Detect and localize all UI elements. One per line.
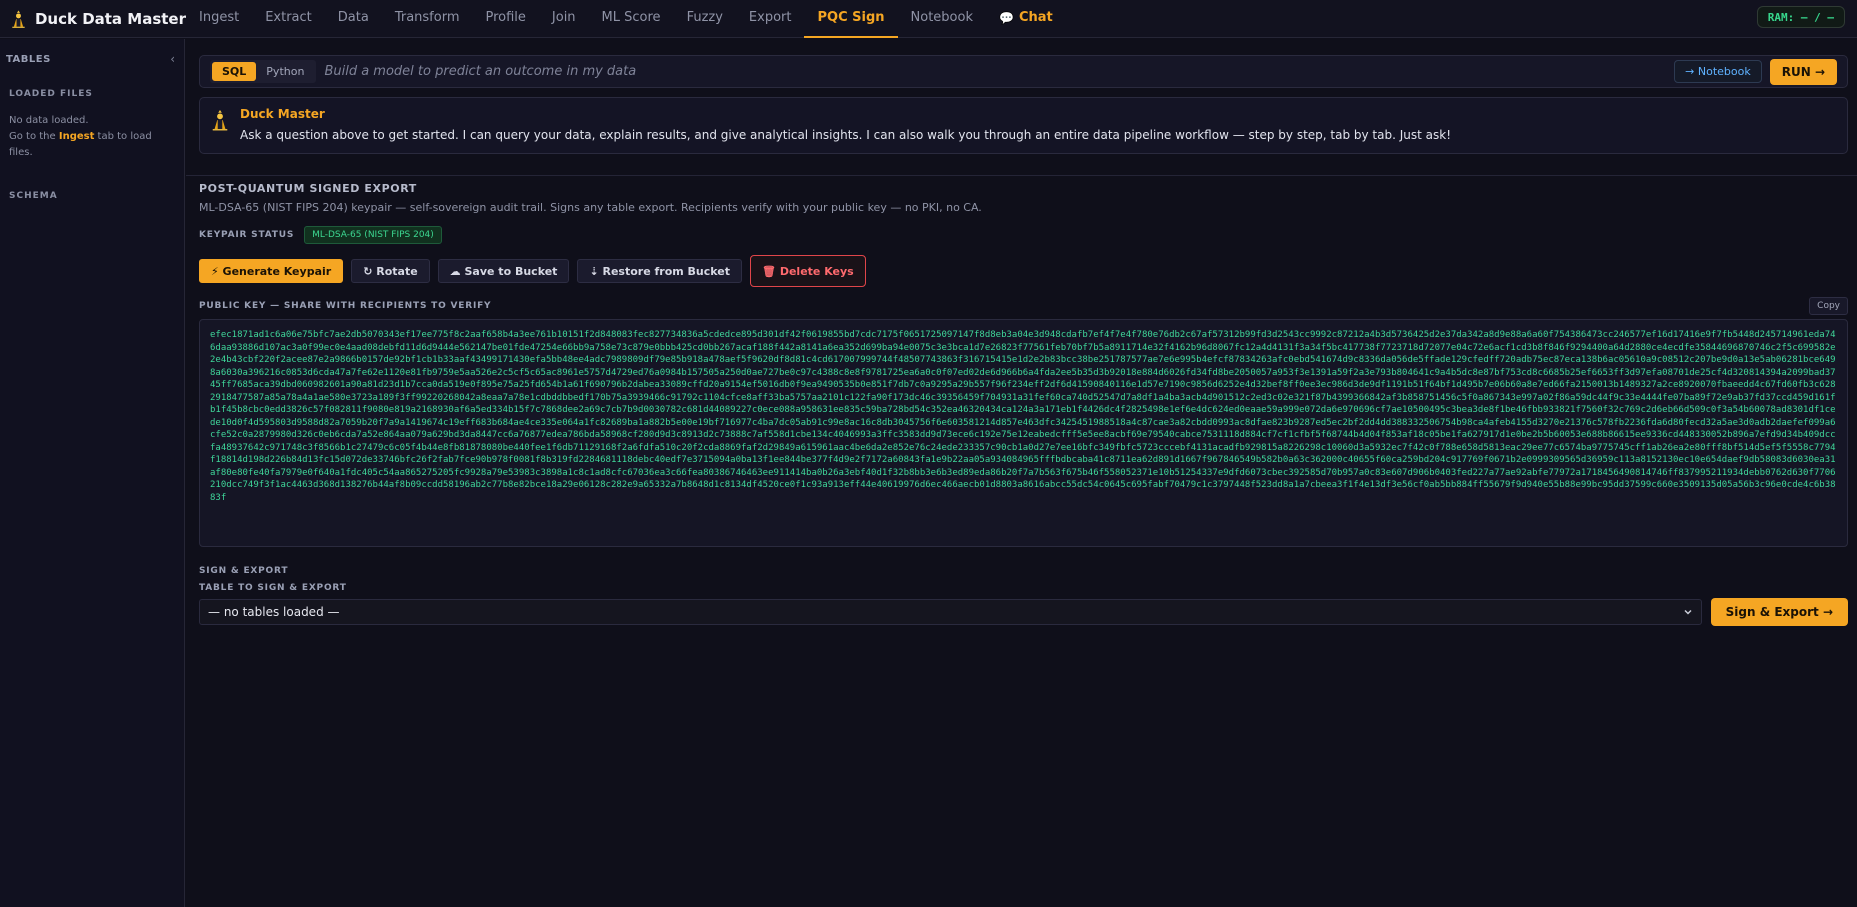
tab-join[interactable]: Join — [539, 0, 589, 38]
no-data-message: No data loaded. Go to the Ingest tab to … — [0, 113, 184, 161]
chat-icon: 💬 — [998, 10, 1014, 25]
assistant-name: Duck Master — [240, 107, 325, 121]
ram-indicator: RAM: — / — — [1756, 6, 1845, 28]
schema-heading: SCHEMA — [9, 191, 58, 201]
tab-fuzzy[interactable]: Fuzzy — [674, 0, 736, 38]
duck-logo-icon — [212, 110, 228, 131]
tab-export[interactable]: Export — [736, 0, 805, 38]
collapse-sidebar-icon[interactable]: ‹ — [170, 52, 175, 66]
python-mode-button[interactable]: Python — [256, 62, 314, 81]
run-button[interactable]: RUN → — [1769, 58, 1837, 85]
tab-notebook[interactable]: Notebook — [898, 0, 986, 38]
restore-from-bucket-button[interactable]: ⇣ Restore from Bucket — [577, 259, 743, 283]
public-key-box[interactable]: efec1871ad1c6a06e75bfc7ae2db5070343ef17e… — [199, 319, 1848, 547]
chevron-down-icon — [1684, 609, 1692, 615]
tab-transform[interactable]: Transform — [382, 0, 473, 38]
duck-logo-icon — [12, 10, 25, 28]
public-key-header: PUBLIC KEY — SHARE WITH RECIPIENTS TO VE… — [199, 297, 1848, 315]
public-key-text: efec1871ad1c6a06e75bfc7ae2db5070343ef17e… — [210, 330, 1836, 503]
main-area: SQL Python Build a model to predict an o… — [199, 55, 1848, 154]
table-select-label: TABLE TO SIGN & EXPORT — [199, 583, 347, 593]
brand[interactable]: Duck Data Master — [0, 7, 186, 31]
divider — [186, 175, 1857, 176]
sql-mode-button[interactable]: SQL — [212, 62, 257, 81]
loaded-files-heading: LOADED FILES — [9, 89, 93, 99]
save-to-bucket-button[interactable]: ☁ Save to Bucket — [437, 259, 570, 283]
tab-chat[interactable]: 💬 Chat — [986, 0, 1066, 38]
table-select[interactable]: — no tables loaded — — [199, 599, 1702, 625]
copy-button[interactable]: Copy — [1809, 297, 1848, 315]
keypair-status-label: KEYPAIR STATUS — [199, 230, 295, 240]
generate-keypair-button[interactable]: ⚡ Generate Keypair — [199, 259, 344, 283]
keypair-status-row: KEYPAIR STATUS ML-DSA-65 (NIST FIPS 204) — [199, 226, 1848, 244]
keypair-status-badge: ML-DSA-65 (NIST FIPS 204) — [304, 226, 442, 244]
query-input[interactable]: Build a model to predict an outcome in m… — [324, 64, 1674, 79]
assistant-message: Ask a question above to get started. I c… — [240, 128, 1452, 142]
rotate-button[interactable]: ↻ Rotate — [351, 259, 430, 283]
no-data-line: No data loaded. — [9, 115, 89, 126]
sign-export-row: — no tables loaded — Sign & Export → — [199, 598, 1848, 626]
tab-profile[interactable]: Profile — [472, 0, 538, 38]
query-bar: SQL Python Build a model to predict an o… — [199, 55, 1848, 88]
sign-export-button[interactable]: Sign & Export → — [1710, 598, 1848, 626]
tab-ml-score[interactable]: ML Score — [589, 0, 674, 38]
tab-extract[interactable]: Extract — [252, 0, 325, 38]
sidebar: TABLES ‹ LOADED FILES No data loaded. Go… — [0, 39, 185, 907]
pqc-subtitle: ML-DSA-65 (NIST FIPS 204) keypair — self… — [199, 201, 982, 214]
table-select-value: — no tables loaded — — [208, 605, 340, 619]
tab-pqc-sign[interactable]: PQC Sign — [804, 0, 898, 38]
sign-export-heading: SIGN & EXPORT — [199, 566, 289, 576]
delete-keys-button[interactable]: 🗑 Delete Keys — [750, 255, 866, 287]
top-bar: Duck Data Master Ingest Extract Data Tra… — [0, 0, 1857, 38]
keypair-actions: ⚡ Generate Keypair ↻ Rotate ☁ Save to Bu… — [199, 255, 1848, 287]
sidebar-header: TABLES ‹ — [0, 39, 184, 66]
main-nav: Ingest Extract Data Transform Profile Jo… — [186, 0, 1066, 38]
notebook-button[interactable]: → Notebook — [1674, 60, 1762, 83]
tab-chat-label: Chat — [1018, 10, 1053, 25]
tab-ingest[interactable]: Ingest — [186, 0, 252, 38]
sidebar-title: TABLES — [6, 53, 51, 65]
public-key-label: PUBLIC KEY — SHARE WITH RECIPIENTS TO VE… — [199, 301, 492, 311]
language-toggle: SQL Python — [210, 60, 317, 83]
pqc-title: POST-QUANTUM SIGNED EXPORT — [199, 182, 417, 195]
tab-data[interactable]: Data — [325, 0, 382, 38]
app-title: Duck Data Master — [34, 9, 186, 28]
ingest-link[interactable]: Ingest — [59, 131, 95, 142]
ingest-hint: Go to the Ingest tab to load files. — [9, 129, 175, 161]
ingest-hint-pre: Go to the — [9, 131, 59, 142]
pqc-sign-panel: POST-QUANTUM SIGNED EXPORT ML-DSA-65 (NI… — [199, 180, 1848, 626]
assistant-panel: Duck Master Ask a question above to get … — [199, 97, 1848, 154]
